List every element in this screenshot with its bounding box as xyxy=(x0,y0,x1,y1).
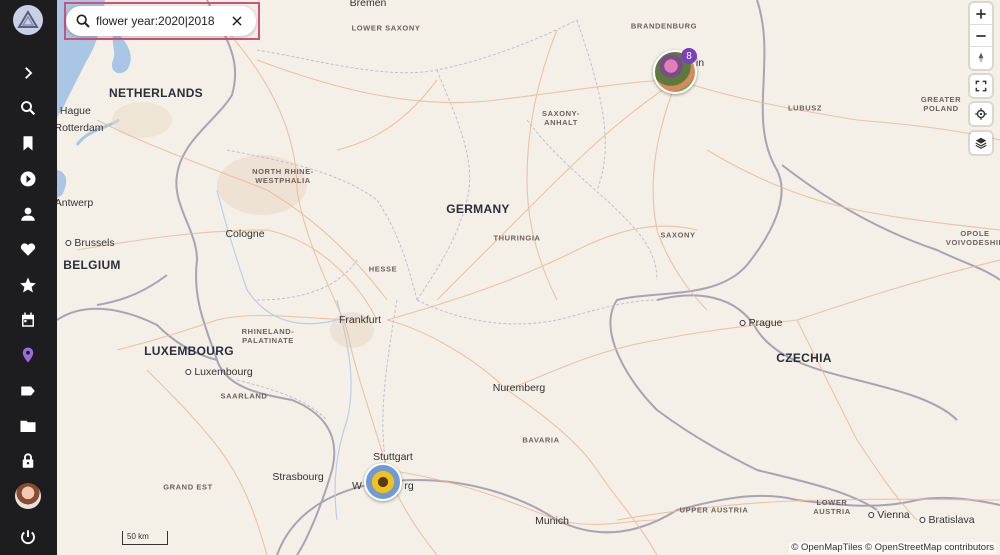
city-label-cologne: Cologne xyxy=(225,228,265,240)
map-attribution[interactable]: © OpenMapTiles © OpenStreetMap contribut… xyxy=(789,542,996,553)
nav-calendar[interactable] xyxy=(14,306,42,334)
nav-favorites[interactable] xyxy=(14,235,42,263)
city-label-munich: Munich xyxy=(535,515,569,527)
city-label-berlin-partial: in xyxy=(695,57,705,69)
fullscreen-icon xyxy=(975,80,987,92)
label-icon xyxy=(21,386,35,396)
nav-labels[interactable] xyxy=(14,377,42,405)
crosshair-icon xyxy=(975,108,987,120)
region-label-grand-est: GRAND EST xyxy=(163,482,213,492)
city-label-nuremberg: Nuremberg xyxy=(492,382,546,394)
region-label-opole: OPOLE VOIVODESHIP xyxy=(945,229,1000,247)
region-label-greater-poland: GREATER POLAND xyxy=(920,95,962,113)
chevron-right-icon xyxy=(25,67,33,79)
sidebar xyxy=(0,0,57,555)
layers-icon xyxy=(975,137,987,149)
zoom-out-button[interactable] xyxy=(970,25,992,47)
city-label-brussels: Brussels xyxy=(65,237,114,249)
nav-bookmarks[interactable] xyxy=(14,129,42,157)
city-label-stuttgart: Stuttgart xyxy=(373,451,413,463)
city-label-vienna: Vienna xyxy=(868,509,910,521)
cluster-count-badge: 8 xyxy=(681,48,697,64)
city-label-antwerp: Antwerp xyxy=(57,197,94,209)
region-label-nrw: NORTH RHINE- WESTPHALIA xyxy=(252,167,314,185)
search-icon xyxy=(21,101,36,116)
expand-sidebar-button[interactable] xyxy=(14,59,42,87)
geolocate-button[interactable] xyxy=(970,103,992,125)
city-label-bremen: Bremen xyxy=(349,0,387,9)
map-scale-bar: 50 km xyxy=(122,531,168,545)
nav-moments[interactable] xyxy=(14,271,42,299)
heart-icon xyxy=(20,243,36,256)
fullscreen-button[interactable] xyxy=(970,75,992,97)
country-label-luxembourg: LUXEMBOURG xyxy=(144,344,234,358)
calendar-icon xyxy=(22,312,34,327)
logo-icon xyxy=(17,10,39,28)
region-label-lower-saxony: LOWER SAXONY xyxy=(351,23,421,33)
nav-people[interactable] xyxy=(14,200,42,228)
logout-button[interactable] xyxy=(14,523,42,551)
region-label-lower-austria: LOWER AUSTRIA xyxy=(813,498,851,516)
photo-marker[interactable] xyxy=(364,463,402,501)
region-label-bavaria: BAVARIA xyxy=(522,435,560,445)
map-canvas[interactable]: Bremen LOWER SAXONY BRANDENBURG NETHERLA… xyxy=(57,0,1000,555)
search-icon xyxy=(76,14,90,28)
country-label-germany: GERMANY xyxy=(446,202,510,216)
country-label-belgium: BELGIUM xyxy=(63,258,121,272)
minus-icon xyxy=(976,34,986,37)
layers-control xyxy=(970,132,992,154)
play-circle-icon xyxy=(20,171,36,187)
city-label-stuttgart-partial-left: W xyxy=(352,480,362,492)
lock-icon xyxy=(22,453,34,468)
region-label-lubusz: LUBUSZ xyxy=(787,103,823,113)
map-base-layer xyxy=(57,0,1000,555)
zoom-in-button[interactable] xyxy=(970,3,992,25)
city-label-bratislava: Bratislava xyxy=(919,514,974,526)
region-label-saarland: SAARLAND xyxy=(220,391,268,401)
layers-button[interactable] xyxy=(970,132,992,154)
region-label-rhineland-palatinate: RHINELAND- PALATINATE xyxy=(241,327,295,345)
region-label-hesse: HESSE xyxy=(368,264,398,274)
nav-places[interactable] xyxy=(14,341,42,369)
compass-icon xyxy=(978,52,984,64)
region-label-saxony: SAXONY xyxy=(660,230,696,240)
search-input[interactable]: flower year:2020|2018 xyxy=(96,14,230,28)
star-icon xyxy=(20,277,36,293)
account-avatar[interactable] xyxy=(15,483,41,509)
nav-folders[interactable] xyxy=(14,412,42,440)
plus-icon xyxy=(976,8,986,19)
reset-bearing-button[interactable] xyxy=(970,47,992,69)
folder-icon xyxy=(20,420,36,432)
city-label-frankfurt: Frankfurt xyxy=(338,314,382,326)
fullscreen-control xyxy=(970,75,992,97)
nav-search[interactable] xyxy=(14,94,42,122)
region-label-saxony-anhalt: SAXONY- ANHALT xyxy=(542,109,580,127)
map-pin-icon xyxy=(22,347,34,363)
nav-private[interactable] xyxy=(14,447,42,475)
city-label-stuttgart-partial-right: rg xyxy=(404,480,414,492)
country-label-czechia: CZECHIA xyxy=(776,351,832,365)
region-label-thuringia: THURINGIA xyxy=(493,233,541,243)
city-label-strasbourg: Strasbourg xyxy=(272,471,324,483)
region-label-upper-austria: UPPER AUSTRIA xyxy=(679,505,749,515)
city-label-rotterdam: Rotterdam xyxy=(57,122,104,134)
city-label-the-hague: e Hague xyxy=(57,105,91,117)
person-icon xyxy=(21,207,35,221)
country-label-netherlands: NETHERLANDS xyxy=(109,86,203,100)
geolocate-control xyxy=(970,103,992,125)
app-logo[interactable] xyxy=(13,5,43,35)
city-label-prague: Prague xyxy=(740,317,783,329)
zoom-controls xyxy=(970,3,992,69)
city-label-luxembourg: Luxembourg xyxy=(185,366,252,378)
search-bar[interactable]: flower year:2020|2018 xyxy=(66,6,256,36)
clear-search-icon[interactable] xyxy=(230,14,244,28)
region-label-brandenburg: BRANDENBURG xyxy=(630,21,698,31)
bookmark-icon xyxy=(23,136,33,151)
power-icon xyxy=(21,530,35,545)
nav-videos[interactable] xyxy=(14,165,42,193)
